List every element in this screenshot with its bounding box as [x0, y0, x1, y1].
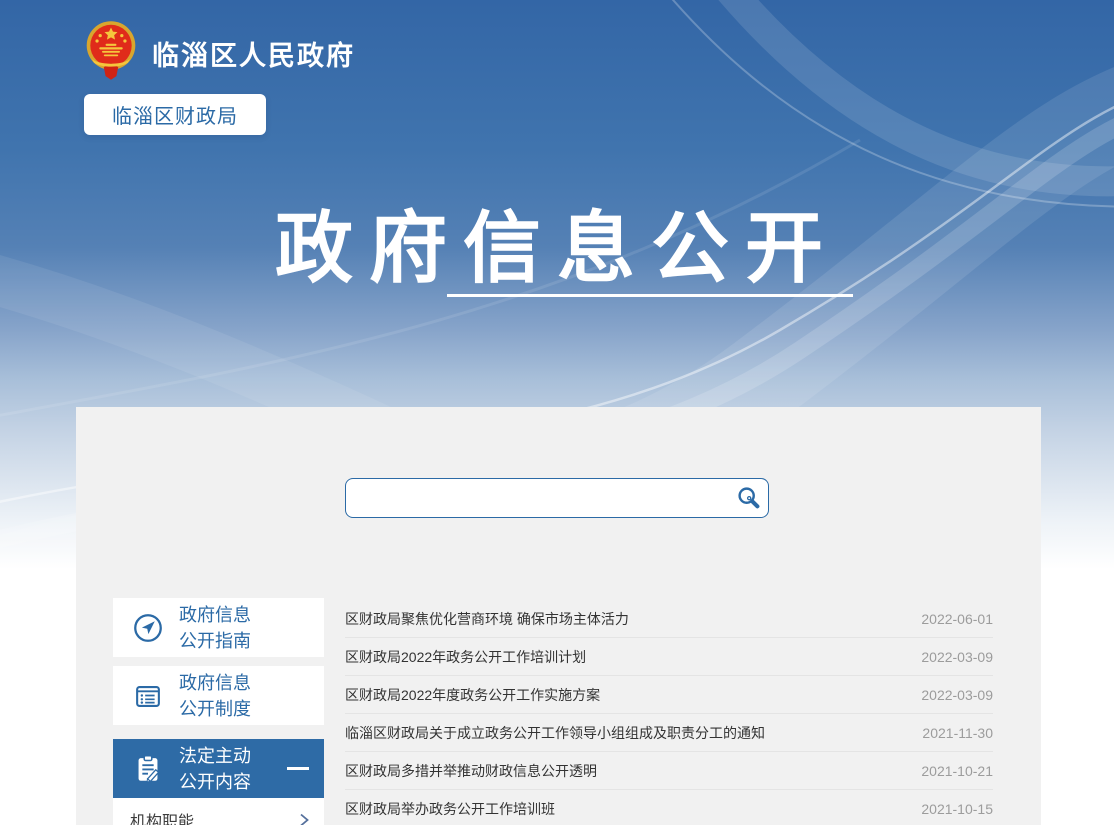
page-title: 政府信息公开: [0, 186, 1114, 298]
article-date: 2022-06-01: [921, 611, 993, 627]
title-underline: [447, 294, 853, 297]
page: 临淄区人民政府 临淄区财政局 政府信息公开 政府信息: [0, 0, 1114, 825]
article-link[interactable]: 区财政局多措并举推动财政信息公开透明: [345, 761, 597, 781]
article-row: 区财政局2022年政务公开工作培训计划 2022-03-09: [345, 638, 993, 676]
sidebar-item-disclosure-system[interactable]: 政府信息 公开制度: [113, 666, 324, 725]
collapse-minus-icon: [287, 767, 309, 770]
clipboard-pen-icon: [130, 751, 166, 787]
chevron-right-icon: [298, 812, 310, 825]
article-date: 2022-03-09: [921, 687, 993, 703]
notebook-list-icon: [130, 678, 166, 714]
article-link[interactable]: 临淄区财政局关于成立政务公开工作领导小组组成及职责分工的通知: [345, 723, 765, 743]
article-date: 2021-11-30: [922, 725, 993, 741]
article-link[interactable]: 区财政局聚焦优化营商环境 确保市场主体活力: [345, 609, 629, 629]
sidebar-submenu: 机构职能: [113, 798, 324, 825]
search-icon: [736, 485, 762, 511]
sidebar-item-label: 政府信息 公开指南: [179, 602, 251, 654]
article-row: 区财政局2022年度政务公开工作实施方案 2022-03-09: [345, 676, 993, 714]
article-list: 区财政局聚焦优化营商环境 确保市场主体活力 2022-06-01 区财政局202…: [345, 600, 993, 825]
article-row: 区财政局举办政务公开工作培训班 2021-10-15: [345, 790, 993, 825]
sidebar-subitem-label: 机构职能: [130, 808, 194, 825]
compass-icon: [130, 610, 166, 646]
article-link[interactable]: 区财政局2022年政务公开工作培训计划: [345, 647, 586, 667]
sidebar-item-disclosure-guide[interactable]: 政府信息 公开指南: [113, 598, 324, 657]
sidebar: 政府信息 公开指南 政府信息 公开制度: [113, 598, 324, 825]
article-row: 区财政局聚焦优化营商环境 确保市场主体活力 2022-06-01: [345, 600, 993, 638]
search-input[interactable]: [346, 479, 730, 517]
site-brand[interactable]: 临淄区人民政府: [84, 20, 355, 80]
article-row: 区财政局多措并举推动财政信息公开透明 2021-10-21: [345, 752, 993, 790]
sidebar-item-statutory-disclosure[interactable]: 法定主动 公开内容: [113, 739, 324, 798]
search-bar: [345, 478, 769, 518]
article-date: 2021-10-21: [921, 763, 993, 779]
national-emblem-icon: [84, 20, 138, 80]
article-link[interactable]: 区财政局举办政务公开工作培训班: [345, 799, 555, 819]
site-name: 临淄区人民政府: [152, 34, 355, 73]
article-row: 临淄区财政局关于成立政务公开工作领导小组组成及职责分工的通知 2021-11-3…: [345, 714, 993, 752]
sidebar-subitem-org-functions[interactable]: 机构职能: [113, 798, 324, 825]
search-button[interactable]: [730, 479, 768, 517]
article-date: 2022-03-09: [921, 649, 993, 665]
sidebar-item-label: 法定主动 公开内容: [179, 743, 251, 795]
sidebar-item-label: 政府信息 公开制度: [179, 670, 251, 722]
department-badge-button[interactable]: 临淄区财政局: [84, 94, 266, 135]
article-date: 2021-10-15: [921, 801, 993, 817]
article-link[interactable]: 区财政局2022年度政务公开工作实施方案: [345, 685, 600, 705]
